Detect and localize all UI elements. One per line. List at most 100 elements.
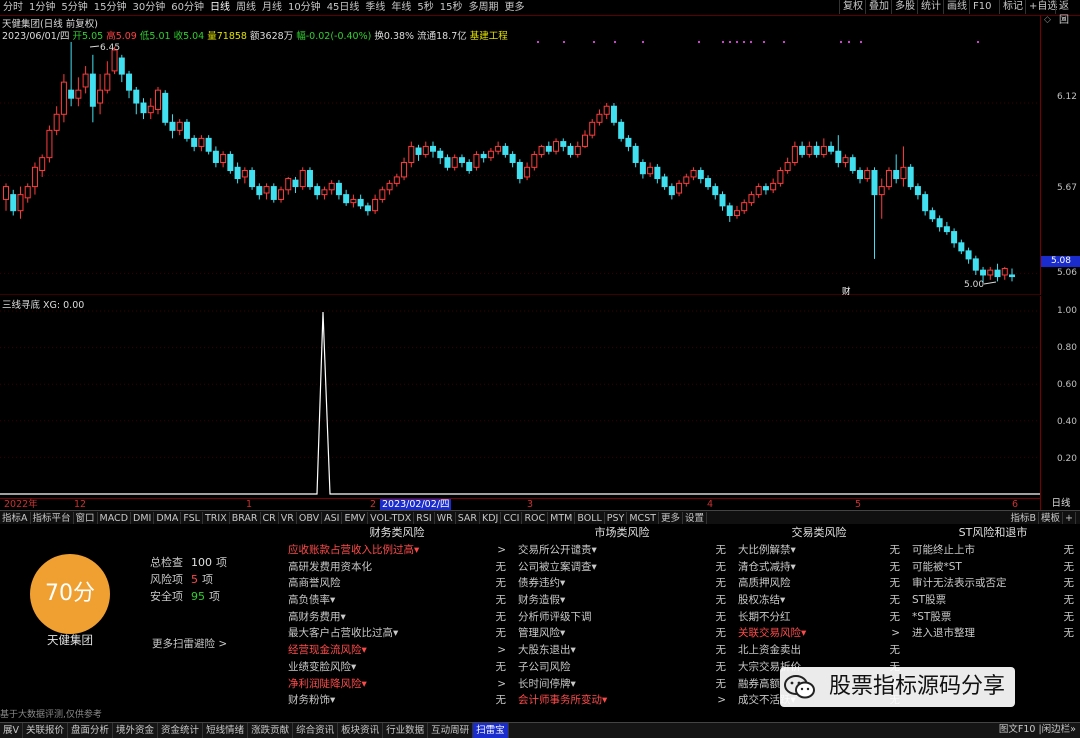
risk-item[interactable]: 高质押风险 无 bbox=[734, 575, 904, 592]
price-tick: 5.06 bbox=[1056, 268, 1077, 278]
risk-item[interactable]: 分析师评级下调 无 bbox=[514, 609, 730, 626]
risk-item[interactable]: 净利润陡降风险▾ > bbox=[284, 676, 510, 693]
risk-item-label: 高质押风险 bbox=[738, 577, 791, 590]
bottom-tab[interactable]: 境外资金 bbox=[113, 723, 159, 738]
risk-item-label: 净利润陡降风险▾ bbox=[288, 677, 367, 690]
candle bbox=[610, 103, 617, 126]
candle bbox=[10, 189, 17, 216]
risk-item[interactable]: 业绩变脸风险▾ 无 bbox=[284, 659, 510, 676]
risk-item[interactable]: 高财务费用▾ 无 bbox=[284, 609, 510, 626]
candle bbox=[813, 141, 820, 158]
bottom-tab[interactable]: 短线情绪 bbox=[203, 723, 249, 738]
expand-arrow-icon[interactable]: > bbox=[497, 542, 506, 559]
candle bbox=[147, 98, 154, 120]
candle bbox=[53, 106, 60, 136]
bottom-tab[interactable]: 展V bbox=[0, 723, 23, 738]
bottom-tab[interactable]: 涨跌贡献 bbox=[248, 723, 294, 738]
indicator-tick: 1.00 bbox=[1056, 306, 1077, 316]
risk-item[interactable]: ST股票 无 bbox=[908, 592, 1078, 609]
bottom-tab[interactable]: 综合资讯 bbox=[293, 723, 339, 738]
candlestick-chart[interactable]: 6.45 5.00 财 bbox=[0, 0, 1040, 295]
risk-item[interactable]: 进入退市整理 无 bbox=[908, 625, 1078, 642]
risk-item-label: 关联交易风险▾ bbox=[738, 627, 807, 640]
window-controls[interactable]: ◇ ✕ bbox=[1040, 15, 1080, 29]
risk-item-label: 分析师评级下调 bbox=[518, 610, 592, 623]
candle bbox=[401, 157, 408, 181]
bottom-tab[interactable]: 关联报价 bbox=[23, 723, 69, 738]
expand-arrow-icon[interactable]: > bbox=[497, 642, 506, 659]
summary-label: 总检查 bbox=[150, 556, 183, 569]
candle bbox=[567, 143, 574, 158]
candle bbox=[104, 61, 111, 94]
risk-item[interactable]: 大比例解禁▾ 无 bbox=[734, 542, 904, 559]
close-icon[interactable]: ✕ bbox=[1060, 15, 1068, 25]
indicator-tick: 0.20 bbox=[1056, 454, 1077, 464]
risk-item[interactable]: 管理风险▾ 无 bbox=[514, 625, 730, 642]
bottom-tab[interactable]: 行业数据 bbox=[383, 723, 429, 738]
candle bbox=[531, 151, 538, 171]
risk-item[interactable]: 清仓式减持▾ 无 bbox=[734, 559, 904, 576]
candle bbox=[335, 180, 342, 200]
expand-arrow-icon[interactable]: > bbox=[497, 676, 506, 693]
candle bbox=[509, 151, 516, 168]
risk-item[interactable]: 长期不分红 无 bbox=[734, 609, 904, 626]
candle bbox=[654, 164, 661, 184]
risk-item[interactable]: 经营现金流风险▾ > bbox=[284, 642, 510, 659]
risk-item[interactable]: 北上资金卖出 无 bbox=[734, 642, 904, 659]
risk-item[interactable]: 最大客户占营收比过高▾ 无 bbox=[284, 625, 510, 642]
bottom-tab[interactable]: 盘面分析 bbox=[68, 723, 114, 738]
period-indicator[interactable]: 日线 bbox=[1040, 498, 1080, 510]
risk-item-label: 进入退市整理 bbox=[912, 627, 975, 640]
risk-item[interactable]: 子公司风险 无 bbox=[514, 659, 730, 676]
risk-item-status: 无 bbox=[495, 610, 507, 623]
candle bbox=[900, 146, 907, 187]
expand-arrow-icon[interactable]: > bbox=[891, 625, 900, 642]
candle bbox=[690, 167, 697, 181]
candle bbox=[422, 141, 429, 158]
candle bbox=[1001, 266, 1008, 280]
risk-item[interactable]: 审计无法表示或否定 无 bbox=[908, 575, 1078, 592]
risk-item[interactable]: 财务粉饰▾ 无 bbox=[284, 692, 510, 709]
candle bbox=[864, 167, 871, 182]
risk-item[interactable]: 关联交易风险▾ > bbox=[734, 625, 904, 642]
candle bbox=[495, 141, 502, 155]
risk-item[interactable]: *ST股票 无 bbox=[908, 609, 1078, 626]
min-price-label: 5.00 bbox=[964, 280, 984, 290]
risk-item[interactable]: 长时间停牌▾ 无 bbox=[514, 676, 730, 693]
risk-item-label: 融券高额 bbox=[738, 677, 780, 690]
diamond-icon[interactable]: ◇ bbox=[1044, 15, 1051, 25]
summary-label: 安全项 bbox=[150, 590, 183, 603]
candle bbox=[97, 74, 104, 115]
risk-item[interactable]: 会计师事务所变动▾ > bbox=[514, 692, 730, 709]
candle bbox=[885, 167, 892, 190]
financial-report-marker[interactable]: 财 bbox=[842, 286, 851, 295]
candle bbox=[705, 175, 712, 190]
risk-item[interactable]: 可能终止上市 无 bbox=[908, 542, 1078, 559]
indicator-axis: 1.00 0.80 0.60 0.40 0.20 bbox=[1040, 296, 1080, 498]
risk-item-status: 无 bbox=[495, 594, 507, 607]
indicator-chart[interactable] bbox=[0, 296, 1040, 496]
risk-item[interactable]: 债券违约▾ 无 bbox=[514, 575, 730, 592]
bottom-tab[interactable]: 资金统计 bbox=[158, 723, 204, 738]
risk-item[interactable]: 公司被立案调查▾ 无 bbox=[514, 559, 730, 576]
bottom-tab[interactable]: 互动周研 bbox=[428, 723, 474, 738]
bottom-tab[interactable]: 扫雷宝 bbox=[473, 723, 509, 738]
toolbar-button[interactable]: 返回 bbox=[1055, 0, 1080, 26]
expand-arrow-icon[interactable]: > bbox=[717, 692, 726, 709]
risk-item[interactable]: 应收账款占营收入比例过高▾ > bbox=[284, 542, 510, 559]
candle bbox=[451, 154, 458, 171]
risk-item[interactable]: 高负债率▾ 无 bbox=[284, 592, 510, 609]
risk-item[interactable]: 可能被*ST 无 bbox=[908, 559, 1078, 576]
candle bbox=[697, 167, 704, 184]
candle bbox=[661, 173, 668, 190]
risk-item[interactable]: 高研发费用资本化 无 bbox=[284, 559, 510, 576]
risk-item-status: 无 bbox=[1063, 610, 1075, 623]
risk-item[interactable]: 高商誉风险 无 bbox=[284, 575, 510, 592]
risk-item[interactable]: 股权冻结▾ 无 bbox=[734, 592, 904, 609]
risk-item[interactable]: 财务造假▾ 无 bbox=[514, 592, 730, 609]
f10-sidebar-toggle[interactable]: 图文F10 |闲边栏» bbox=[999, 722, 1076, 737]
more-risk-link[interactable]: 更多扫雷避险 > bbox=[152, 636, 227, 651]
risk-item[interactable]: 交易所公开谴责▾ 无 bbox=[514, 542, 730, 559]
bottom-tab[interactable]: 板块资讯 bbox=[338, 723, 384, 738]
risk-item[interactable]: 大股东退出▾ 无 bbox=[514, 642, 730, 659]
